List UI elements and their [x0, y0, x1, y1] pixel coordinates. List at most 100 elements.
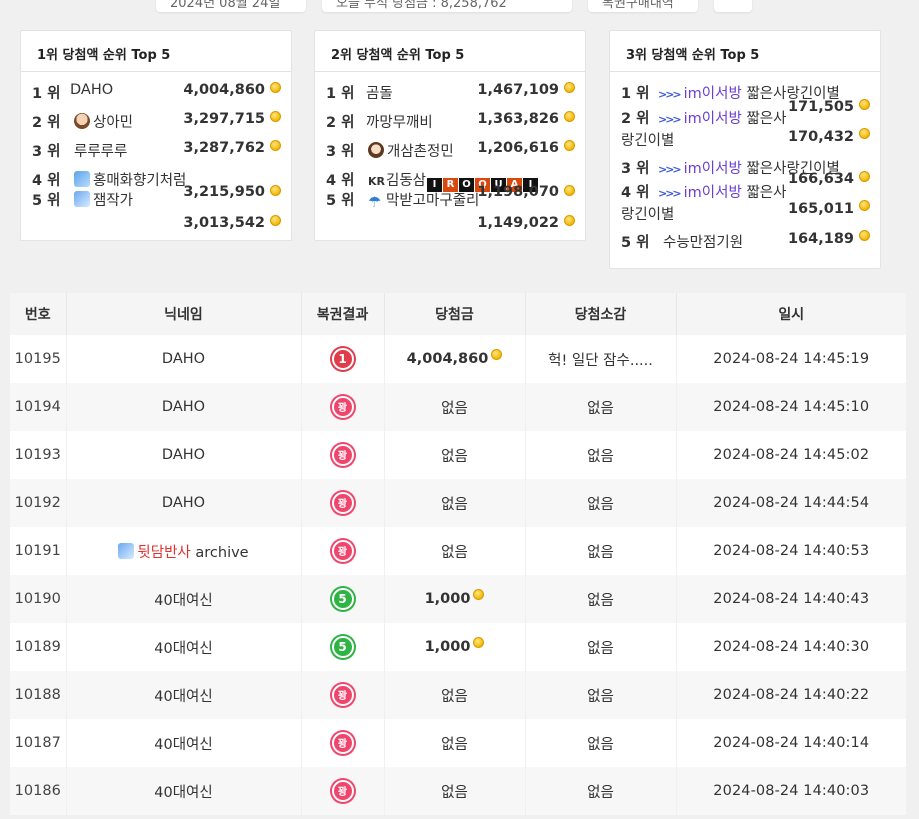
chevron-icon: >>> — [658, 113, 682, 126]
row-number: 10189 — [10, 623, 67, 671]
nickname-cell: DAHO — [66, 335, 302, 383]
coin-icon — [564, 215, 575, 226]
prize-cell: 없음 — [384, 767, 526, 815]
nickname[interactable]: 짧은사 — [746, 185, 786, 201]
avatar — [118, 542, 135, 559]
result-cell: 꽝 — [301, 479, 385, 527]
comment-cell: 없음 — [525, 623, 677, 671]
comment-cell: 헉! 일단 잠수..... — [525, 335, 677, 383]
nickname-tag: im이서방 — [683, 86, 742, 102]
datetime-cell: 2024-08-24 14:45:02 — [713, 447, 870, 463]
rank-label: 3 위 — [32, 144, 61, 160]
rank-ball-icon: 5 — [331, 588, 354, 610]
result-cell: 5 — [301, 623, 385, 671]
lose-ball-icon: 꽝 — [331, 732, 354, 754]
nickname-wrap[interactable]: 잼작가 — [74, 189, 133, 210]
nickname[interactable]: DAHO — [162, 351, 205, 367]
column-header-number: 번호 — [10, 293, 67, 335]
comment-cell: 없음 — [525, 527, 677, 575]
result-cell: 꽝 — [301, 527, 385, 575]
rank-row: 2 위 >>> im이서방 짧은사 171,505 — [621, 99, 870, 129]
lottery-history-table: 번호 닉네임 복권결과 당첨금 당첨소감 일시 10195 DAHO 1 4,004,… — [10, 293, 906, 815]
amount: 1,149,022 — [477, 215, 559, 231]
nickname[interactable]: 40대여신 — [154, 785, 212, 801]
nickname-wrap[interactable]: ☂ 막받고마구줄리 — [368, 189, 479, 210]
rank-row: 4 위 >>> im이서방 짧은사 166,634 — [621, 171, 870, 203]
rank-amount-row: 1,149,022 — [326, 213, 575, 239]
nickname[interactable]: 개삼촌정민 — [387, 144, 454, 160]
nickname[interactable]: 짧은사 — [746, 111, 786, 127]
rank-row: 2 위 까망무깨비 1,363,826 — [326, 105, 575, 134]
nickname[interactable]: 곰돌 — [366, 82, 393, 103]
amount: 1,363,826 — [477, 111, 559, 127]
result-cell: 5 — [301, 575, 385, 623]
nickname[interactable]: 40대여신 — [154, 593, 212, 609]
card-title: 2위 당첨액 순위 Top 5 — [315, 31, 585, 72]
amount: 171,505 — [787, 99, 854, 115]
avatar — [74, 191, 90, 207]
nickname-tag: im이서방 — [683, 111, 742, 127]
nickname-cell: 40대여신 — [66, 767, 302, 815]
coin-icon — [859, 230, 870, 241]
nickname-wrap[interactable]: >>> im이서방 짧은사 — [658, 181, 786, 202]
rank-label: 2 위 — [32, 115, 61, 131]
coin-icon — [270, 111, 281, 122]
prize-cell: 1,000 — [384, 623, 526, 671]
umbrella-icon: ☂ — [368, 193, 382, 211]
row-number: 10188 — [10, 671, 67, 719]
nickname-wrap[interactable]: 개삼촌정민 — [368, 140, 454, 161]
nickname-wrap-line[interactable]: 랑긴이별 — [621, 129, 674, 150]
nickname-tag: im이서방 — [683, 161, 742, 177]
amount: 4,004,860 — [183, 82, 265, 98]
prize-amount: 없음 — [441, 784, 468, 801]
rank-label: 3 위 — [621, 161, 650, 177]
nickname[interactable]: 까망무깨비 — [366, 111, 433, 132]
datetime-cell: 2024-08-24 14:40:22 — [676, 671, 906, 719]
nickname[interactable]: 루루루루 — [74, 140, 127, 161]
result-cell: 꽝 — [301, 719, 385, 767]
coin-icon — [859, 200, 870, 211]
nickname-wrap-line[interactable]: 랑긴이별 — [621, 203, 674, 224]
nickname[interactable]: archive — [191, 545, 248, 561]
nickname-cell: 40대여신 — [66, 623, 302, 671]
amount: 170,432 — [787, 129, 854, 145]
prize-amount: 없음 — [441, 688, 468, 705]
table-row: 10195 DAHO 1 4,004,860 헉! 일단 잠수..... 2024-08-… — [10, 335, 906, 383]
nickname[interactable]: DAHO — [70, 82, 113, 98]
nickname[interactable]: 40대여신 — [154, 737, 212, 753]
amount: 1,206,616 — [477, 140, 559, 156]
nickname[interactable]: 잼작가 — [93, 193, 133, 209]
rank-row: 5 위 수능만점기원 164,189 — [621, 229, 870, 258]
nickname[interactable]: DAHO — [162, 495, 205, 511]
coin-icon — [270, 82, 281, 93]
nickname-cell: 40대여신 — [66, 671, 302, 719]
avatar — [74, 171, 90, 187]
datetime-cell: 2024-08-24 14:40:43 — [676, 575, 906, 623]
nickname[interactable]: 40대여신 — [154, 641, 212, 657]
rank-row: 5 위 ☂ 막받고마구줄리 1,198,070 — [326, 184, 575, 213]
rank-label: 5 위 — [621, 235, 650, 251]
comment-cell: 없음 — [525, 671, 677, 719]
comment-cell: 없음 — [525, 767, 677, 815]
rank-amount-row: 3,013,542 — [32, 213, 281, 239]
date-selector[interactable]: 2024년 08월 24일 — [156, 0, 306, 12]
row-number: 10193 — [10, 431, 67, 479]
rank-label: 4 위 — [621, 185, 650, 201]
prize-cell: 없음 — [384, 719, 526, 767]
nickname[interactable]: 수능만점기원 — [663, 231, 743, 252]
rank-row: 3 위 루루루루 3,287,762 — [32, 134, 281, 163]
nickname[interactable]: DAHO — [162, 447, 205, 463]
nickname[interactable]: 막받고마구줄리 — [386, 193, 479, 209]
lose-ball-icon: 꽝 — [331, 396, 354, 418]
chevron-icon: >>> — [658, 163, 682, 176]
coin-icon — [859, 99, 870, 110]
nickname[interactable]: DAHO — [162, 399, 205, 415]
purchase-history-button[interactable]: 복권구매내역 — [588, 0, 698, 12]
rank-label: 1 위 — [326, 86, 355, 102]
nickname-wrap[interactable]: 상아민 — [74, 111, 133, 132]
nickname[interactable]: 40대여신 — [154, 689, 212, 705]
menu-button[interactable] — [714, 0, 752, 12]
row-number: 10192 — [10, 479, 67, 527]
nickname[interactable]: 상아민 — [93, 115, 133, 131]
nickname-wrap[interactable]: >>> im이서방 짧은사 — [658, 107, 786, 128]
